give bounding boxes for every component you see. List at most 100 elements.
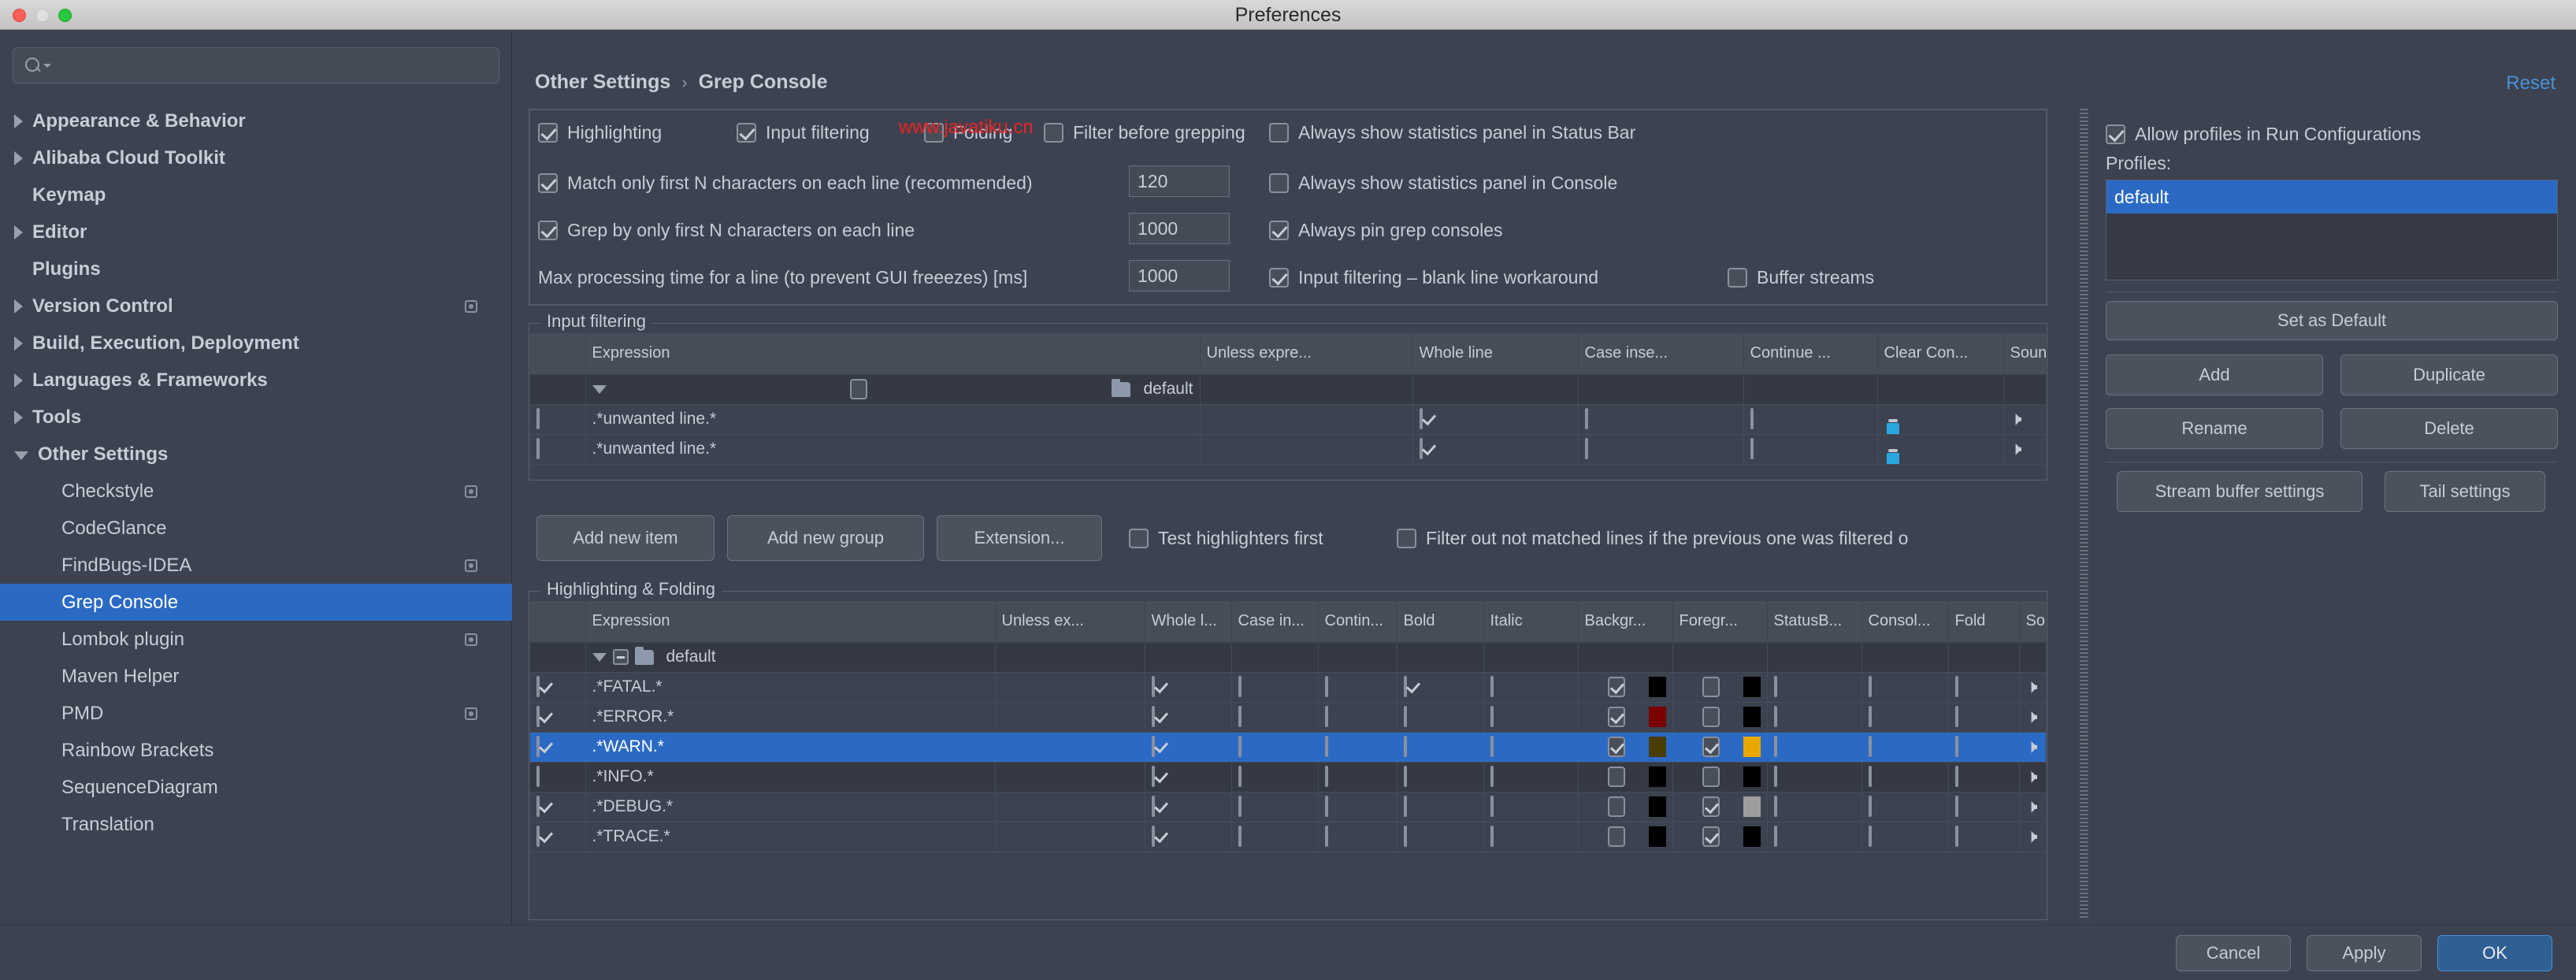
status-bar-checkbox[interactable] bbox=[1774, 736, 1777, 757]
option-allow-profiles[interactable]: Allow profiles in Run Configurations bbox=[2106, 117, 2421, 151]
fold-cell[interactable] bbox=[1948, 702, 2019, 732]
row-enabled-checkbox[interactable] bbox=[536, 676, 540, 697]
sidebar-item-build-execution-deployment[interactable]: Build, Execution, Deployment bbox=[0, 325, 512, 362]
breadcrumb-parent[interactable]: Other Settings bbox=[535, 71, 670, 94]
column-header-whole-l[interactable]: Whole l... bbox=[1145, 601, 1231, 642]
whole-line-checkbox[interactable] bbox=[1152, 736, 1155, 757]
input-filtering-table[interactable]: ExpressionUnless expre...Whole lineCase … bbox=[530, 333, 2046, 465]
column-header-whole-line[interactable]: Whole line bbox=[1412, 333, 1578, 374]
chevron-right-icon[interactable] bbox=[14, 114, 23, 128]
row-enabled-cell[interactable] bbox=[530, 702, 585, 732]
expression-cell[interactable]: .*INFO.* bbox=[585, 762, 995, 792]
rename-profile-button[interactable]: Rename bbox=[2106, 408, 2323, 449]
column-header-sound[interactable]: Sound bbox=[2019, 601, 2046, 642]
fold-checkbox[interactable] bbox=[1955, 766, 1958, 787]
sound-icon[interactable]: 🕨 bbox=[2026, 706, 2038, 727]
background-checkbox[interactable] bbox=[1608, 707, 1625, 727]
background-color-swatch[interactable] bbox=[1649, 677, 1666, 697]
sidebar-item-plugins[interactable]: Plugins bbox=[0, 251, 512, 288]
whole-line-checkbox[interactable] bbox=[1152, 706, 1155, 727]
add-profile-button[interactable]: Add bbox=[2106, 355, 2323, 395]
case-insensitive-checkbox[interactable] bbox=[1585, 438, 1588, 459]
fold-cell[interactable] bbox=[1948, 672, 2019, 702]
console-cell[interactable] bbox=[1861, 672, 1948, 702]
option-stats-console[interactable]: Always show statistics panel in Console bbox=[1269, 165, 1617, 200]
unless-expression-cell[interactable] bbox=[995, 642, 1145, 672]
sidebar-item-maven-helper[interactable]: Maven Helper bbox=[0, 658, 512, 695]
continue-matching-checkbox[interactable] bbox=[1325, 796, 1328, 817]
chevron-right-icon[interactable] bbox=[14, 410, 23, 425]
row-enabled-cell[interactable] bbox=[530, 434, 585, 464]
option-always-pin[interactable]: Always pin grep consoles bbox=[1269, 213, 1503, 247]
option-buffer-streams[interactable]: Buffer streams bbox=[1728, 260, 1874, 295]
row-enabled-checkbox[interactable] bbox=[536, 408, 540, 429]
expression-cell[interactable]: .*unwanted line.* bbox=[585, 434, 1200, 464]
expression-cell[interactable]: .*ERROR.* bbox=[585, 702, 995, 732]
sound-cell[interactable]: 🕨 bbox=[2019, 672, 2046, 702]
foreground-cell[interactable] bbox=[1672, 702, 1767, 732]
case-insensitive-checkbox[interactable] bbox=[1238, 766, 1242, 787]
extension-button[interactable]: Extension... bbox=[937, 515, 1102, 561]
case-insensitive-cell[interactable] bbox=[1578, 404, 1743, 434]
console-checkbox[interactable] bbox=[1869, 736, 1872, 757]
whole-line-checkbox[interactable] bbox=[1152, 676, 1155, 697]
sidebar-item-findbugs-idea[interactable]: FindBugs-IDEA bbox=[0, 547, 512, 584]
italic-cell[interactable] bbox=[1483, 732, 1578, 762]
status-bar-cell[interactable] bbox=[1767, 822, 1861, 852]
chevron-down-icon[interactable] bbox=[43, 64, 51, 68]
option-filter-out-not-matched[interactable]: Filter out not matched lines if the prev… bbox=[1397, 521, 1908, 555]
column-header-statusb[interactable]: StatusB... bbox=[1767, 601, 1861, 642]
background-checkbox[interactable] bbox=[1608, 767, 1625, 787]
foreground-cell[interactable] bbox=[1672, 792, 1767, 822]
clear-console-cell[interactable] bbox=[1877, 434, 2003, 464]
sound-cell[interactable]: 🕨 bbox=[2019, 762, 2046, 792]
whole-line-cell[interactable] bbox=[1145, 732, 1231, 762]
row-enabled-checkbox[interactable] bbox=[536, 796, 540, 817]
stats-console-checkbox[interactable] bbox=[1269, 173, 1289, 193]
case-insensitive-checkbox[interactable] bbox=[1585, 408, 1588, 429]
console-cell[interactable] bbox=[1861, 822, 1948, 852]
italic-cell[interactable] bbox=[1483, 672, 1578, 702]
bold-checkbox[interactable] bbox=[1404, 736, 1407, 757]
match-first-n-checkbox[interactable] bbox=[538, 173, 558, 193]
unless-expression-cell[interactable] bbox=[995, 732, 1145, 762]
whole-line-cell[interactable] bbox=[1412, 404, 1578, 434]
case-insensitive-cell[interactable] bbox=[1578, 434, 1743, 464]
table-row[interactable]: .*WARN.*🕨 bbox=[530, 732, 2046, 762]
continue-matching-cell[interactable] bbox=[1318, 822, 1397, 852]
continue-matching-cell[interactable] bbox=[1743, 434, 1877, 464]
italic-checkbox[interactable] bbox=[1490, 796, 1494, 817]
background-checkbox[interactable] bbox=[1608, 826, 1625, 847]
column-header-blank[interactable] bbox=[530, 601, 585, 642]
expression-cell[interactable]: .*TRACE.* bbox=[585, 822, 995, 852]
status-bar-cell[interactable] bbox=[1767, 702, 1861, 732]
whole-line-cell[interactable] bbox=[1145, 762, 1231, 792]
stats-status-bar-checkbox[interactable] bbox=[1269, 123, 1289, 143]
background-cell[interactable] bbox=[1578, 702, 1672, 732]
status-bar-cell[interactable] bbox=[1767, 732, 1861, 762]
unless-expression-cell[interactable] bbox=[995, 672, 1145, 702]
background-cell[interactable] bbox=[1578, 732, 1672, 762]
highlighting-checkbox[interactable] bbox=[538, 123, 558, 143]
panel-splitter[interactable] bbox=[2080, 109, 2088, 920]
expression-cell[interactable]: .*WARN.* bbox=[585, 732, 995, 762]
bold-checkbox[interactable] bbox=[1404, 706, 1407, 727]
filter-before-grepping-checkbox[interactable] bbox=[1044, 123, 1063, 143]
expression-cell[interactable]: .*unwanted line.* bbox=[585, 404, 1200, 434]
column-header-italic[interactable]: Italic bbox=[1483, 601, 1578, 642]
column-header-unless-expre[interactable]: Unless expre... bbox=[1200, 333, 1412, 374]
fold-checkbox[interactable] bbox=[1955, 796, 1958, 817]
unless-expression-cell[interactable] bbox=[1200, 374, 1412, 404]
unless-expression-cell[interactable] bbox=[995, 702, 1145, 732]
test-highlighters-first-checkbox[interactable] bbox=[1129, 529, 1149, 548]
foreground-color-swatch[interactable] bbox=[1743, 767, 1761, 787]
status-bar-checkbox[interactable] bbox=[1774, 826, 1777, 847]
status-bar-checkbox[interactable] bbox=[1774, 766, 1777, 787]
continue-matching-checkbox[interactable] bbox=[1750, 408, 1754, 429]
unless-expression-cell[interactable] bbox=[1200, 434, 1412, 464]
whole-line-cell[interactable] bbox=[1145, 672, 1231, 702]
bold-checkbox[interactable] bbox=[1404, 796, 1407, 817]
italic-cell[interactable] bbox=[1483, 762, 1578, 792]
status-bar-checkbox[interactable] bbox=[1774, 676, 1777, 697]
sidebar-item-languages-frameworks[interactable]: Languages & Frameworks bbox=[0, 362, 512, 399]
